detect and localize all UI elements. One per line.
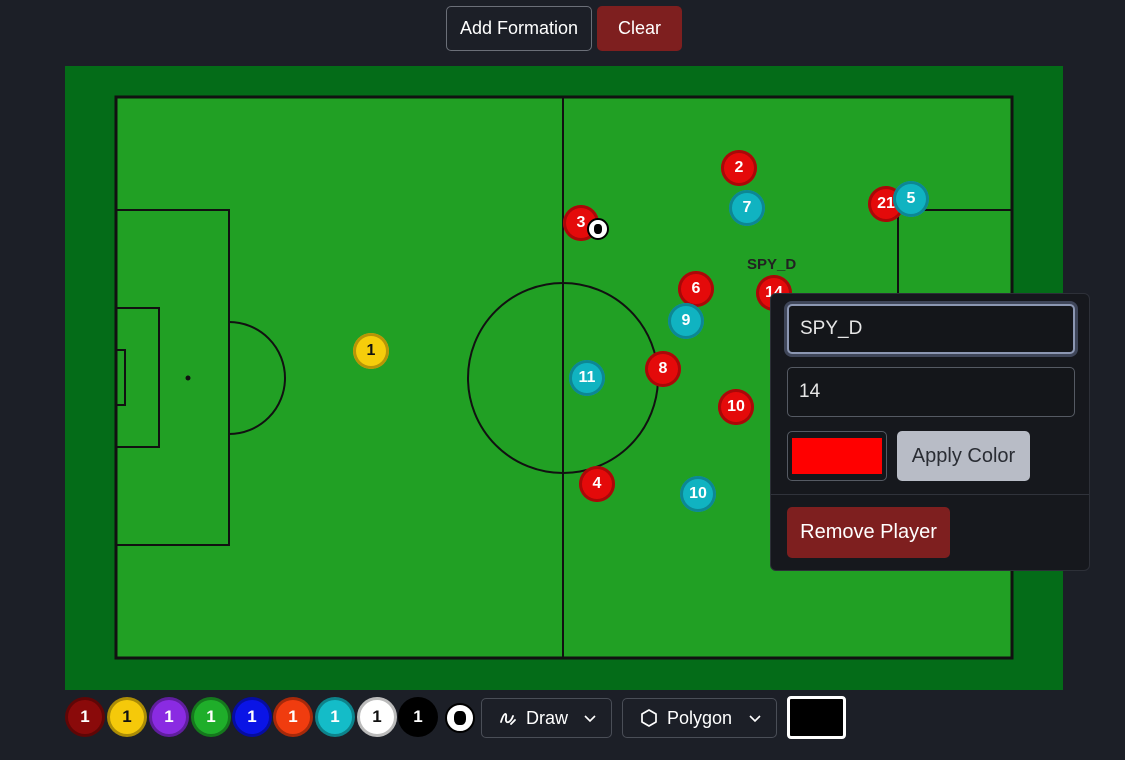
clear-button[interactable]: Clear: [597, 6, 682, 51]
palette-chip-label: 1: [372, 707, 382, 726]
palette-chip-label: 1: [247, 707, 257, 726]
palette-ball-icon[interactable]: [445, 703, 475, 733]
player-token[interactable]: 1: [353, 333, 389, 369]
remove-player-button[interactable]: Remove Player: [787, 507, 950, 558]
ball-icon[interactable]: [587, 218, 609, 240]
player-token[interactable]: 2: [721, 150, 757, 186]
player-name-input[interactable]: [787, 304, 1075, 354]
player-number: 5: [906, 190, 916, 207]
palette-player-chip[interactable]: 1: [149, 697, 189, 737]
palette-player-chip[interactable]: 1: [65, 697, 105, 737]
palette-player-chip[interactable]: 1: [191, 697, 231, 737]
palette-chip-label: 1: [164, 707, 174, 726]
player-name-label: SPY_D: [747, 256, 797, 273]
player-number: 6: [691, 280, 701, 297]
color-picker[interactable]: [787, 431, 887, 481]
player-number: 9: [681, 312, 691, 329]
player-number: 11: [578, 369, 596, 386]
palette-chip-label: 1: [413, 707, 423, 726]
player-token[interactable]: 5: [893, 181, 929, 217]
player-token[interactable]: 7: [729, 190, 765, 226]
shape-dropdown[interactable]: Polygon: [622, 698, 777, 738]
player-token[interactable]: 9: [668, 303, 704, 339]
palette-player-chip[interactable]: 1: [357, 697, 397, 737]
player-token[interactable]: 10: [718, 389, 754, 425]
palette-player-chip[interactable]: 1: [232, 697, 272, 737]
player-number: 3: [576, 214, 586, 231]
player-token[interactable]: 6: [678, 271, 714, 307]
draw-dropdown-label: Draw: [526, 707, 569, 728]
palette-chip-label: 1: [288, 707, 298, 726]
hexagon-icon: [639, 708, 659, 728]
player-number: 10: [727, 398, 745, 415]
stroke-color-picker[interactable]: [787, 696, 846, 739]
palette-player-chip[interactable]: 1: [398, 697, 438, 737]
draw-icon: [498, 708, 518, 728]
draw-mode-dropdown[interactable]: Draw: [481, 698, 612, 738]
palette-chip-label: 1: [206, 707, 216, 726]
player-token[interactable]: 11: [569, 360, 605, 396]
palette-player-chip[interactable]: 1: [273, 697, 313, 737]
player-number-input[interactable]: [787, 367, 1075, 417]
player-number: 1: [366, 342, 376, 359]
apply-color-button[interactable]: Apply Color: [897, 431, 1030, 481]
palette-chip-label: 1: [330, 707, 340, 726]
player-number: 2: [734, 159, 744, 176]
palette-player-chip[interactable]: 1: [315, 697, 355, 737]
player-edit-popup: Apply Color Remove Player: [770, 293, 1090, 571]
palette-chip-label: 1: [122, 707, 132, 726]
chevron-down-icon: [748, 711, 762, 725]
player-token[interactable]: 10: [680, 476, 716, 512]
player-number: 4: [592, 475, 602, 492]
shape-dropdown-label: Polygon: [667, 707, 733, 728]
player-token[interactable]: 4: [579, 466, 615, 502]
palette-player-chip[interactable]: 1: [107, 697, 147, 737]
player-token[interactable]: 8: [645, 351, 681, 387]
palette-chip-label: 1: [80, 707, 90, 726]
chevron-down-icon: [583, 711, 597, 725]
divider: [771, 494, 1089, 495]
color-swatch-fill: [792, 438, 882, 474]
player-number: 8: [658, 360, 668, 377]
add-formation-button[interactable]: Add Formation: [446, 6, 592, 51]
player-number: 10: [689, 485, 707, 502]
player-number: 7: [742, 199, 752, 216]
